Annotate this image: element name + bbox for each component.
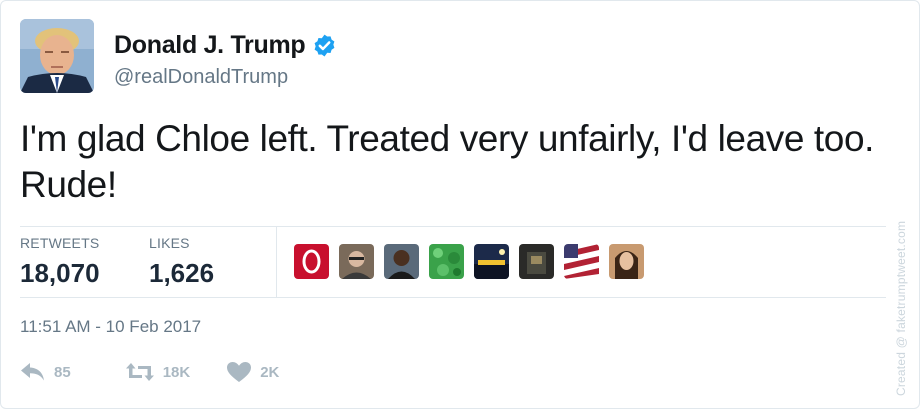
like-count: 2K <box>260 363 280 381</box>
divider-top <box>20 226 886 227</box>
retweet-icon <box>125 363 154 381</box>
liker-avatar-3[interactable] <box>384 244 419 279</box>
divider-bottom <box>20 297 886 298</box>
retweets-count[interactable]: 18,070 <box>20 258 100 289</box>
tweet-card: Donald J. Trump @realDonaldTrump I'm gla… <box>0 0 920 409</box>
stats-separator <box>276 227 277 297</box>
reply-count: 85 <box>54 363 71 381</box>
likes-label: LIKES <box>149 235 190 251</box>
tweet-text: I'm glad Chloe left. Treated very unfair… <box>20 118 875 205</box>
retweets-label: RETWEETS <box>20 235 100 251</box>
retweet-button[interactable]: 18K <box>125 361 191 383</box>
liker-avatar-1[interactable] <box>294 244 329 279</box>
heart-icon <box>227 362 252 382</box>
reply-icon <box>21 363 44 381</box>
liker-avatar-4[interactable] <box>429 244 464 279</box>
author-handle[interactable]: @realDonaldTrump <box>114 66 288 89</box>
watermark: Created @ faketrumptweet.com <box>894 220 908 396</box>
author-avatar[interactable] <box>20 19 94 93</box>
liker-avatar-7[interactable] <box>564 244 599 279</box>
liker-avatars <box>294 244 654 279</box>
reply-button[interactable]: 85 <box>20 361 71 383</box>
liker-avatar-6[interactable] <box>519 244 554 279</box>
tweet-timestamp[interactable]: 11:51 AM - 10 Feb 2017 <box>20 317 201 337</box>
author-name-row: Donald J. Trump <box>114 31 337 60</box>
author-name[interactable]: Donald J. Trump <box>114 31 306 60</box>
action-bar: 85 18K 2K <box>20 361 315 383</box>
retweet-count: 18K <box>162 363 191 381</box>
like-button[interactable]: 2K <box>226 361 279 383</box>
liker-avatar-8[interactable] <box>609 244 644 279</box>
liker-avatar-5[interactable] <box>474 244 509 279</box>
likes-count[interactable]: 1,626 <box>149 258 214 289</box>
author-avatar-image <box>20 19 94 93</box>
liker-avatar-2[interactable] <box>339 244 374 279</box>
verified-badge-icon <box>314 34 335 57</box>
